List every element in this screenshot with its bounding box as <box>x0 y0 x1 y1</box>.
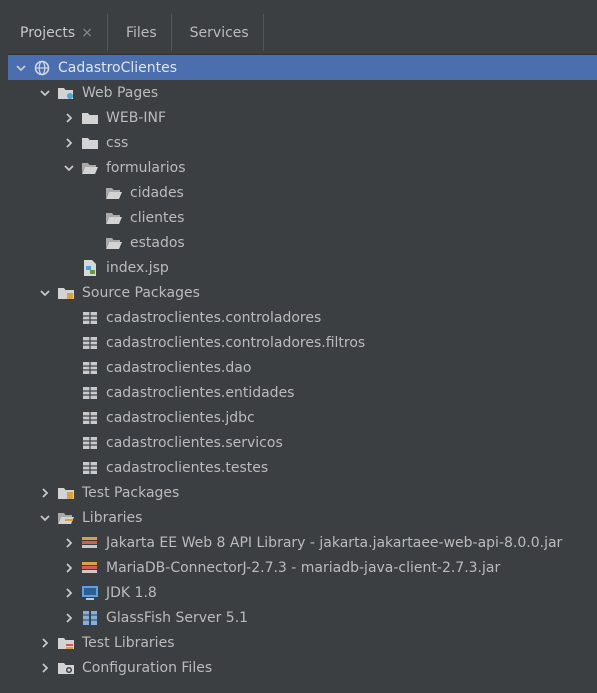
tree-item-label: Configuration Files <box>82 659 213 676</box>
tree-item[interactable]: Jakarta EE Web 8 API Library - jakarta.j… <box>8 530 597 555</box>
package-icon <box>81 384 99 402</box>
tree-item[interactable]: cidades <box>8 180 597 205</box>
tree-item[interactable]: Web Pages <box>8 80 597 105</box>
libraries-folder-icon <box>57 509 75 527</box>
tree-item-label: cadastroclientes.controladores <box>106 309 322 326</box>
tree-item[interactable]: Test Packages <box>8 480 597 505</box>
chevron-down-icon[interactable] <box>63 162 75 174</box>
tab-bar: Projects × Files Services <box>8 8 597 55</box>
tree-item-label: clientes <box>130 209 185 226</box>
tab-projects[interactable]: Projects × <box>8 14 108 51</box>
tree-item-label: GlassFish Server 5.1 <box>106 609 249 626</box>
tree-item-label: JDK 1.8 <box>106 584 157 601</box>
tree-item[interactable]: css <box>8 130 597 155</box>
tree-item-label: CadastroClientes <box>58 59 178 76</box>
tree-item[interactable]: estados <box>8 230 597 255</box>
library-icon <box>81 534 99 552</box>
tree-item[interactable]: cadastroclientes.entidades <box>8 380 597 405</box>
server-icon <box>81 609 99 627</box>
jdk-icon <box>81 584 99 602</box>
chevron-down-icon[interactable] <box>39 87 51 99</box>
tree-item-label: cidades <box>130 184 184 201</box>
tree-item-label: cadastroclientes.testes <box>106 459 269 476</box>
tree-item[interactable]: WEB-INF <box>8 105 597 130</box>
tree-item-label: cadastroclientes.controladores.filtros <box>106 334 366 351</box>
package-icon <box>81 434 99 452</box>
tree-item[interactable]: cadastroclientes.jdbc <box>8 405 597 430</box>
package-icon <box>81 459 99 477</box>
chevron-right-icon[interactable] <box>39 637 51 649</box>
tree-item-label: WEB-INF <box>106 109 166 126</box>
tree-item-label: Test Libraries <box>82 634 175 651</box>
chevron-down-icon[interactable] <box>39 512 51 524</box>
chevron-right-icon[interactable] <box>39 487 51 499</box>
source-folder-icon <box>57 284 75 302</box>
tab-files-label: Files <box>125 24 157 41</box>
tree-item[interactable]: cadastroclientes.controladores.filtros <box>8 330 597 355</box>
web-folder-icon <box>57 84 75 102</box>
tree-item-label: cadastroclientes.dao <box>106 359 252 376</box>
close-icon[interactable]: × <box>81 25 93 41</box>
chevron-right-icon[interactable] <box>39 662 51 674</box>
project-tree: CadastroClientes Web Pages WEB-INF css formu… <box>8 55 597 680</box>
tree-item-label: Test Packages <box>82 484 180 501</box>
tree-item[interactable]: Libraries <box>8 505 597 530</box>
test-libraries-icon <box>57 634 75 652</box>
tree-item-label: Source Packages <box>82 284 200 301</box>
tree-item-label: cadastroclientes.jdbc <box>106 409 255 426</box>
tree-item[interactable]: cadastroclientes.dao <box>8 355 597 380</box>
tree-item[interactable]: GlassFish Server 5.1 <box>8 605 597 630</box>
tree-item[interactable]: Configuration Files <box>8 655 597 680</box>
folder-open-icon <box>105 209 123 227</box>
tree-item[interactable]: JDK 1.8 <box>8 580 597 605</box>
tree-item-label: MariaDB-ConnectorJ-2.7.3 - mariadb-java-… <box>106 559 501 576</box>
chevron-right-icon[interactable] <box>63 562 75 574</box>
tree-item[interactable]: MariaDB-ConnectorJ-2.7.3 - mariadb-java-… <box>8 555 597 580</box>
chevron-right-icon[interactable] <box>63 112 75 124</box>
package-icon <box>81 334 99 352</box>
tree-item-label: cadastroclientes.servicos <box>106 434 283 451</box>
chevron-right-icon[interactable] <box>63 537 75 549</box>
folder-open-icon <box>105 234 123 252</box>
tree-item[interactable]: clientes <box>8 205 597 230</box>
chevron-right-icon[interactable] <box>63 137 75 149</box>
package-icon <box>81 409 99 427</box>
tab-projects-label: Projects <box>20 24 76 41</box>
folder-open-icon <box>81 159 99 177</box>
tab-files[interactable]: Files <box>108 14 172 51</box>
tree-item[interactable]: index.jsp <box>8 255 597 280</box>
tree-item-label: cadastroclientes.entidades <box>106 384 295 401</box>
chevron-right-icon[interactable] <box>63 587 75 599</box>
tree-item-label: estados <box>130 234 185 251</box>
tree-item-label: index.jsp <box>106 259 169 276</box>
jsp-file-icon <box>81 259 99 277</box>
config-folder-icon <box>57 659 75 677</box>
tree-item-label: Libraries <box>82 509 143 526</box>
tree-item[interactable]: Source Packages <box>8 280 597 305</box>
tab-services[interactable]: Services <box>172 14 264 51</box>
tree-item-label: Jakarta EE Web 8 API Library - jakarta.j… <box>106 534 563 551</box>
tree-item[interactable]: CadastroClientes <box>8 55 597 80</box>
chevron-down-icon[interactable] <box>39 287 51 299</box>
tree-item[interactable]: cadastroclientes.controladores <box>8 305 597 330</box>
test-folder-icon <box>57 484 75 502</box>
tab-services-label: Services <box>189 24 249 41</box>
tree-item[interactable]: formularios <box>8 155 597 180</box>
tree-item-label: Web Pages <box>82 84 159 101</box>
chevron-down-icon[interactable] <box>15 62 27 74</box>
library-icon <box>81 559 99 577</box>
folder-closed-icon <box>81 134 99 152</box>
folder-open-icon <box>105 184 123 202</box>
globe-icon <box>33 59 51 77</box>
folder-closed-icon <box>81 109 99 127</box>
package-icon <box>81 309 99 327</box>
tree-item[interactable]: cadastroclientes.testes <box>8 455 597 480</box>
tree-item[interactable]: cadastroclientes.servicos <box>8 430 597 455</box>
tree-item-label: formularios <box>106 159 186 176</box>
package-icon <box>81 359 99 377</box>
tree-item-label: css <box>106 134 129 151</box>
chevron-right-icon[interactable] <box>63 612 75 624</box>
tree-item[interactable]: Test Libraries <box>8 630 597 655</box>
projects-window: Projects × Files Services CadastroClient… <box>8 8 597 685</box>
